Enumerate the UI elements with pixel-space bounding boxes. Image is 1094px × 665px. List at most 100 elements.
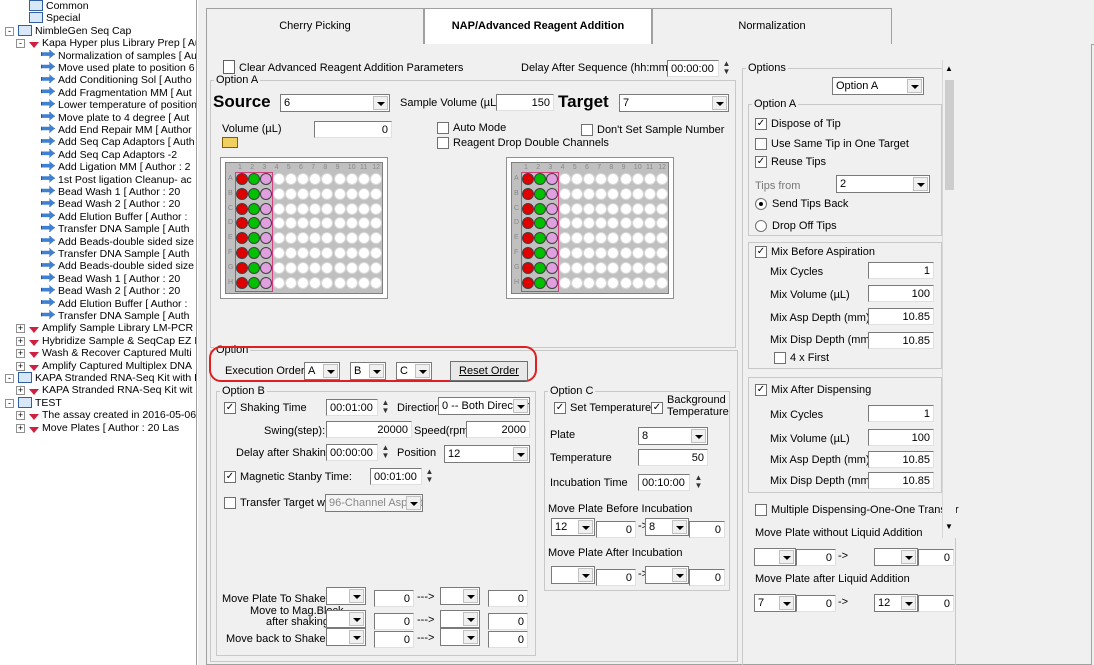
set-temp-checkbox[interactable]: ✓ xyxy=(554,402,566,414)
collapse-icon[interactable]: - xyxy=(5,26,14,36)
plate-well[interactable] xyxy=(619,202,632,215)
plate-well[interactable] xyxy=(284,173,297,185)
plate-well[interactable] xyxy=(297,217,309,230)
expand-icon[interactable]: + xyxy=(16,336,25,346)
plate-well[interactable] xyxy=(583,187,595,200)
plate-well[interactable] xyxy=(570,247,583,259)
plate-well[interactable] xyxy=(595,247,608,259)
move-to-select[interactable] xyxy=(440,628,480,646)
plate-well[interactable] xyxy=(297,187,309,200)
plate-well[interactable] xyxy=(370,232,383,245)
plate-well[interactable] xyxy=(297,247,309,259)
plate-well[interactable] xyxy=(607,217,620,230)
open-folder-icon[interactable] xyxy=(222,137,238,148)
delay-input[interactable]: 00:00:00 xyxy=(667,60,719,77)
plate-well[interactable] xyxy=(272,276,285,289)
mix-cycles2-input[interactable]: 1 xyxy=(868,405,934,422)
plate-well[interactable] xyxy=(309,232,322,245)
plate-well[interactable] xyxy=(321,187,334,200)
scroll-down-icon[interactable]: ▼ xyxy=(945,522,953,531)
plate-well[interactable] xyxy=(644,276,656,289)
tree-item[interactable]: Add Beads-double sided size xyxy=(41,260,194,273)
plate-well[interactable] xyxy=(309,261,322,274)
plate-well[interactable] xyxy=(570,202,583,215)
tree-item[interactable]: Transfer DNA Sample [ Auth xyxy=(41,310,190,323)
plate-well[interactable] xyxy=(333,247,346,259)
plate-well[interactable] xyxy=(656,173,669,185)
plate-well[interactable] xyxy=(583,202,595,215)
reset-order-button[interactable]: Reset Order xyxy=(450,361,528,381)
tree-item[interactable]: Bead Wash 1 [ Author : 20 xyxy=(41,186,180,199)
plate-well[interactable] xyxy=(583,247,595,259)
plate-well[interactable] xyxy=(619,276,632,289)
plate-well[interactable] xyxy=(631,247,644,259)
move-to-select[interactable] xyxy=(440,587,480,605)
expand-icon[interactable]: + xyxy=(16,361,25,371)
plate-well[interactable] xyxy=(321,276,334,289)
plate-well[interactable] xyxy=(321,232,334,245)
scroll-up-icon[interactable]: ▲ xyxy=(945,64,953,73)
plate-well[interactable] xyxy=(345,247,358,259)
plate-well[interactable] xyxy=(558,276,571,289)
plate-well[interactable] xyxy=(272,247,285,259)
plate-well[interactable] xyxy=(345,202,358,215)
plate-well[interactable] xyxy=(595,217,608,230)
order-select-2[interactable]: B xyxy=(350,362,386,380)
plate-well[interactable] xyxy=(284,187,297,200)
collapse-icon[interactable]: - xyxy=(5,374,14,383)
sample-volume-input[interactable]: 150 xyxy=(496,94,554,111)
plate-well[interactable] xyxy=(607,187,620,200)
tree-item[interactable]: Hybridize Sample & SeqCap EZ F xyxy=(29,335,196,348)
after-liquid-to-input[interactable]: 0 xyxy=(918,595,954,612)
move-from-select[interactable] xyxy=(326,628,366,646)
plate-well[interactable] xyxy=(570,232,583,245)
plate-well[interactable] xyxy=(345,217,358,230)
plate-well[interactable] xyxy=(619,247,632,259)
plate-well[interactable] xyxy=(619,173,632,185)
bg-temp-checkbox[interactable]: ✓ xyxy=(651,402,663,414)
without-from-input[interactable]: 0 xyxy=(796,549,836,566)
mix-disp2-input[interactable]: 10.85 xyxy=(868,472,934,489)
plate-well[interactable] xyxy=(370,173,383,185)
tree-item[interactable]: Lower temperature of position xyxy=(41,99,196,112)
after-liquid-to-select[interactable]: 12 xyxy=(874,594,918,612)
plate-well[interactable] xyxy=(272,202,285,215)
tab-nap-advanced[interactable]: NAP/Advanced Reagent Addition xyxy=(424,8,652,45)
dont-set-checkbox[interactable] xyxy=(581,124,593,136)
multi-dispense-checkbox[interactable] xyxy=(755,504,767,516)
tree-item[interactable]: Add Seq Cap Adaptors [ Auth xyxy=(41,136,195,149)
plate-well[interactable] xyxy=(321,217,334,230)
plate-well[interactable] xyxy=(333,187,346,200)
reagent-drop-checkbox[interactable] xyxy=(437,137,449,149)
tree-item[interactable]: Add Ligation MM [ Author : 2 xyxy=(41,161,191,174)
plate-well[interactable] xyxy=(345,173,358,185)
plate-select[interactable]: 8 xyxy=(638,427,708,445)
options-scrollbar[interactable]: ▲ ▼ xyxy=(942,60,956,538)
expand-icon[interactable]: + xyxy=(16,423,25,433)
plate-well[interactable] xyxy=(297,173,309,185)
move-from-select[interactable] xyxy=(326,610,366,628)
mix-volume2-input[interactable]: 100 xyxy=(868,429,934,446)
plate-well[interactable] xyxy=(644,247,656,259)
send-back-radio[interactable] xyxy=(755,198,767,210)
plate-well[interactable] xyxy=(558,202,571,215)
direction-select[interactable]: 0 -- Both Direction xyxy=(438,397,530,415)
dispose-tip-checkbox[interactable]: ✓ xyxy=(755,118,767,130)
tab-cherry-picking[interactable]: Cherry Picking xyxy=(206,8,424,44)
drop-off-radio[interactable] xyxy=(755,220,767,232)
tree-item[interactable]: Normalization of samples [ Au xyxy=(41,49,196,63)
plate-well[interactable] xyxy=(644,202,656,215)
plate-well[interactable] xyxy=(272,217,285,230)
move-from-input[interactable]: 0 xyxy=(374,631,414,648)
expand-icon[interactable]: + xyxy=(16,324,25,334)
plate-well[interactable] xyxy=(333,276,346,289)
plate-well[interactable] xyxy=(656,261,669,274)
plate-well[interactable] xyxy=(272,261,285,274)
plate-well[interactable] xyxy=(370,247,383,259)
plate-well[interactable] xyxy=(644,217,656,230)
mix-asp-input[interactable]: 10.85 xyxy=(868,308,934,325)
plate-well[interactable] xyxy=(619,187,632,200)
plate-well[interactable] xyxy=(619,261,632,274)
plate-well[interactable] xyxy=(333,232,346,245)
move-to-input[interactable]: 0 xyxy=(488,613,528,630)
